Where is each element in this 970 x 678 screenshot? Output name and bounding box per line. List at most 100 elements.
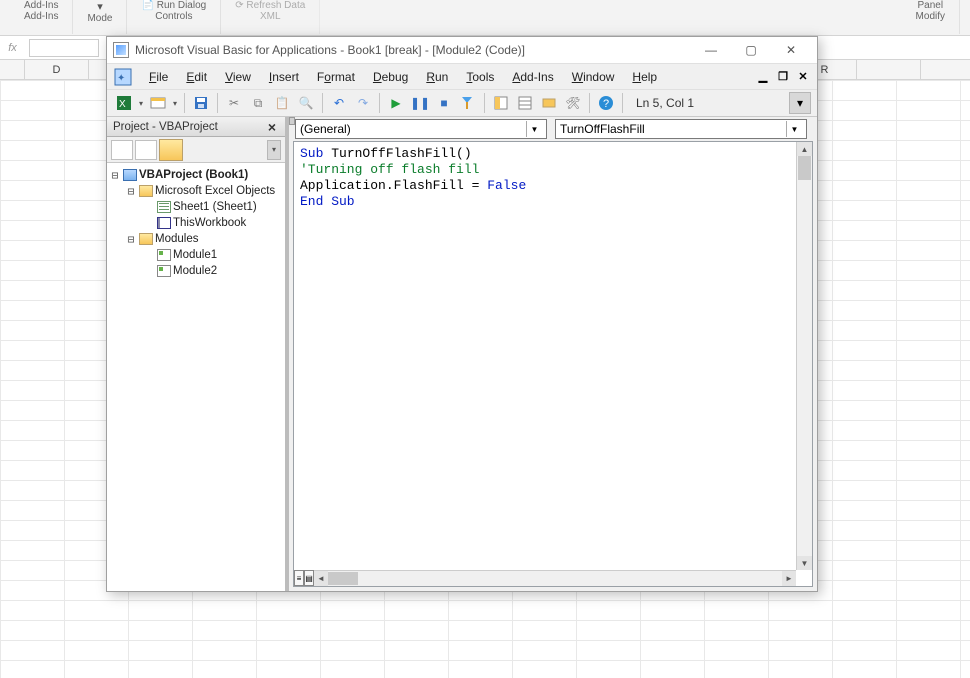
- tree-root[interactable]: ⊟VBAProject (Book1): [109, 167, 283, 183]
- menu-run[interactable]: Run: [418, 67, 456, 87]
- project-pane-title[interactable]: Project - VBAProject ×: [107, 117, 285, 137]
- procedure-view-icon[interactable]: ≡: [294, 570, 304, 586]
- menu-file[interactable]: FFileile: [141, 67, 176, 87]
- chevron-down-icon: ▼: [526, 121, 542, 137]
- help-icon[interactable]: ?: [595, 92, 617, 114]
- procedure-dropdown-value: TurnOffFlashFill: [560, 122, 645, 136]
- ribbon-panel[interactable]: PanelModify: [902, 0, 960, 34]
- folder-icon: [139, 233, 153, 245]
- mdi-minimize[interactable]: ▁: [755, 70, 771, 84]
- project-pane-overflow[interactable]: ▾: [267, 140, 281, 160]
- window-title: Microsoft Visual Basic for Applications …: [135, 43, 691, 57]
- ribbon-refresh-label: Refresh Data: [246, 0, 305, 11]
- vertical-scrollbar[interactable]: ▲ ▼: [796, 142, 812, 570]
- scroll-thumb[interactable]: [798, 156, 811, 180]
- tree-sheet1[interactable]: Sheet1 (Sheet1): [109, 199, 283, 215]
- undo-icon[interactable]: ↶: [328, 92, 350, 114]
- tree-root-label: VBAProject (Book1): [139, 167, 248, 183]
- vba-window: Microsoft Visual Basic for Applications …: [106, 36, 818, 592]
- horizontal-scrollbar[interactable]: ◄ ►: [314, 570, 796, 586]
- mdi-restore[interactable]: ❐: [775, 70, 791, 84]
- sheet-icon: [157, 201, 171, 213]
- project-pane-close[interactable]: ×: [265, 119, 279, 135]
- view-code-icon[interactable]: [111, 140, 133, 160]
- col-D[interactable]: D: [25, 60, 89, 79]
- scroll-up-icon[interactable]: ▲: [797, 142, 812, 156]
- toolbox-icon[interactable]: 🛠: [562, 92, 584, 114]
- view-excel-drop[interactable]: ▾: [137, 99, 145, 108]
- tree-excel-objects[interactable]: ⊟Microsoft Excel Objects: [109, 183, 283, 199]
- tree-excel-objects-label: Microsoft Excel Objects: [155, 183, 275, 199]
- ribbon-mode[interactable]: ▾Mode: [73, 0, 127, 34]
- code-comment: 'Turning off flash fill: [300, 162, 479, 177]
- object-dropdown-value: (General): [300, 122, 351, 136]
- scroll-right-icon[interactable]: ►: [782, 571, 796, 586]
- close-button[interactable]: ✕: [771, 39, 811, 61]
- toolbar-overflow-icon[interactable]: ▾: [789, 92, 811, 114]
- formula-input[interactable]: [29, 39, 99, 57]
- menu-edit[interactable]: Edit: [178, 67, 215, 87]
- splitter-handle[interactable]: [289, 117, 295, 125]
- maximize-button[interactable]: ▢: [731, 39, 771, 61]
- tree-thisworkbook-label: ThisWorkbook: [173, 215, 246, 231]
- redo-icon[interactable]: ↷: [352, 92, 374, 114]
- toggle-folders-icon[interactable]: [159, 139, 183, 161]
- menu-insert[interactable]: Insert: [261, 67, 307, 87]
- title-bar[interactable]: Microsoft Visual Basic for Applications …: [107, 37, 817, 63]
- tree-module2[interactable]: Module2: [109, 263, 283, 279]
- cut-icon[interactable]: ✂: [223, 92, 245, 114]
- tree-thisworkbook[interactable]: ThisWorkbook: [109, 215, 283, 231]
- find-icon[interactable]: 🔍: [295, 92, 317, 114]
- scroll-down-icon[interactable]: ▼: [797, 556, 812, 570]
- mdi-close[interactable]: ✕: [795, 70, 811, 84]
- svg-text:?: ?: [603, 98, 609, 110]
- view-object-icon[interactable]: [135, 140, 157, 160]
- copy-icon[interactable]: ⧉: [247, 92, 269, 114]
- insert-drop[interactable]: ▾: [171, 99, 179, 108]
- project-explorer: Project - VBAProject × ▾ ⊟VBAProject (Bo…: [107, 117, 287, 591]
- scroll-left-icon[interactable]: ◄: [314, 571, 328, 586]
- menu-tools[interactable]: Tools: [458, 67, 502, 87]
- tree-modules[interactable]: ⊟Modules: [109, 231, 283, 247]
- object-dropdown[interactable]: (General) ▼: [295, 119, 547, 139]
- chevron-down-icon: ▼: [786, 121, 802, 137]
- ribbon-rundialog[interactable]: 📄 Run DialogControls: [127, 0, 221, 34]
- ribbon-panel-label: Panel: [917, 0, 943, 11]
- project-explorer-icon[interactable]: [490, 92, 512, 114]
- menu-addins[interactable]: Add-Ins: [504, 67, 561, 87]
- object-browser-icon[interactable]: [538, 92, 560, 114]
- minimize-button[interactable]: —: [691, 39, 731, 61]
- reset-icon[interactable]: ■: [433, 92, 455, 114]
- ribbon-addins-label: Add-Ins: [24, 0, 58, 11]
- tree-sheet1-label: Sheet1 (Sheet1): [173, 199, 257, 215]
- tree-module2-label: Module2: [173, 263, 217, 279]
- menu-format[interactable]: Format: [309, 67, 363, 87]
- hscroll-thumb[interactable]: [328, 572, 358, 585]
- view-excel-icon[interactable]: X: [113, 92, 135, 114]
- code-editor[interactable]: Sub TurnOffFlashFill() 'Turning off flas…: [293, 141, 813, 587]
- procedure-dropdown[interactable]: TurnOffFlashFill ▼: [555, 119, 807, 139]
- break-icon[interactable]: ❚❚: [409, 92, 431, 114]
- project-tree[interactable]: ⊟VBAProject (Book1) ⊟Microsoft Excel Obj…: [107, 163, 285, 591]
- menu-help[interactable]: Help: [624, 67, 665, 87]
- cursor-position: Ln 5, Col 1: [628, 96, 702, 110]
- menu-debug[interactable]: Debug: [365, 67, 416, 87]
- properties-icon[interactable]: [514, 92, 536, 114]
- ribbon-addins[interactable]: Add-InsAdd-Ins: [10, 0, 73, 34]
- paste-icon[interactable]: 📋: [271, 92, 293, 114]
- insert-module-icon[interactable]: [147, 92, 169, 114]
- project-pane-title-text: Project - VBAProject: [113, 121, 218, 133]
- menu-window[interactable]: Window: [564, 67, 623, 87]
- design-mode-icon[interactable]: [457, 92, 479, 114]
- project-icon: [123, 169, 137, 181]
- run-icon[interactable]: ▶: [385, 92, 407, 114]
- workbook-icon: [157, 217, 171, 229]
- save-icon[interactable]: [190, 92, 212, 114]
- tree-module1[interactable]: Module1: [109, 247, 283, 263]
- code-content[interactable]: Sub TurnOffFlashFill() 'Turning off flas…: [294, 142, 812, 214]
- code-pane: (General) ▼ TurnOffFlashFill ▼ Sub TurnO…: [287, 117, 817, 591]
- menu-view[interactable]: View: [217, 67, 259, 87]
- full-module-view-icon[interactable]: ▤: [304, 570, 314, 586]
- ribbon-refresh: ⟳ Refresh DataXML: [221, 0, 320, 34]
- project-pane-toolbar: ▾: [107, 137, 285, 163]
